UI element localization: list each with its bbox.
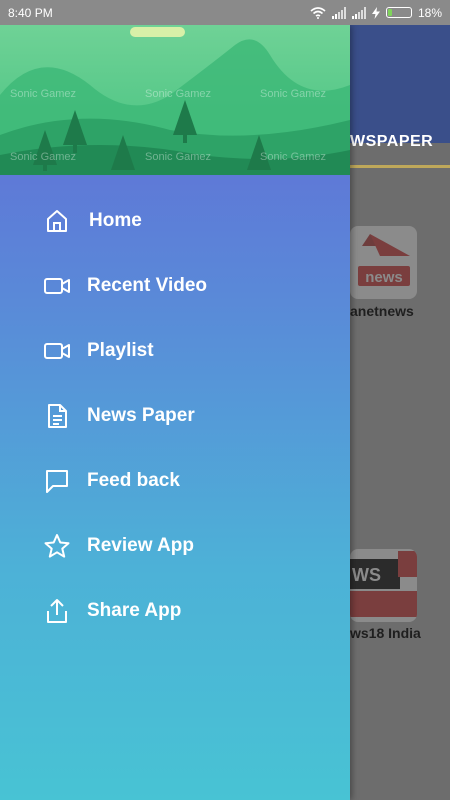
menu-label-share-app: Share App <box>87 600 182 621</box>
menu-label-recent-video: Recent Video <box>87 275 208 296</box>
star-icon <box>44 533 70 559</box>
svg-text:Sonic Gamez: Sonic Gamez <box>260 151 326 163</box>
channel-card-news18[interactable]: WS <box>350 549 417 622</box>
menu-label-review-app: Review App <box>87 535 194 556</box>
signal-icon <box>331 6 346 19</box>
signal-icon-2 <box>351 6 366 19</box>
menu-item-playlist[interactable]: Playlist <box>0 325 350 377</box>
channel-card-asianetnews[interactable]: news <box>350 226 417 299</box>
menu-item-review-app[interactable]: Review App <box>0 520 350 572</box>
svg-text:Sonic Gamez: Sonic Gamez <box>145 151 211 163</box>
svg-text:Sonic Gamez: Sonic Gamez <box>145 88 211 100</box>
asianet-logo: news <box>358 234 410 286</box>
video-camera-icon <box>44 273 70 299</box>
menu-item-share-app[interactable]: Share App <box>0 585 350 637</box>
document-icon <box>44 403 70 429</box>
home-icon <box>44 208 70 234</box>
battery-level <box>387 9 392 16</box>
svg-text:Sonic Gamez: Sonic Gamez <box>260 88 326 100</box>
charging-icon <box>371 6 380 19</box>
wifi-icon <box>310 6 326 19</box>
chat-bubble-icon <box>44 468 70 494</box>
channel-label-news18: ws18 India <box>350 625 421 641</box>
menu-label-playlist: Playlist <box>87 340 154 361</box>
drawer-header-banner: Sonic Gamez Sonic Gamez Sonic Gamez Soni… <box>0 25 350 175</box>
battery-percent: 18% <box>417 5 442 20</box>
tab-indicator <box>350 165 450 168</box>
menu-item-home[interactable]: Home <box>0 195 350 247</box>
video-camera-icon <box>44 338 70 364</box>
status-icons: 18% <box>310 6 442 20</box>
svg-text:Sonic Gamez: Sonic Gamez <box>10 88 76 100</box>
navigation-drawer: Sonic Gamez Sonic Gamez Sonic Gamez Soni… <box>0 25 350 800</box>
svg-text:news: news <box>365 269 403 286</box>
landscape-illustration: Sonic Gamez Sonic Gamez Sonic Gamez Soni… <box>0 25 350 175</box>
status-bar: 8:40 PM 18% <box>0 0 450 25</box>
tab-newspaper[interactable]: WSPAPER <box>350 133 450 160</box>
channel-label-asianetnews: anetnews <box>350 303 414 319</box>
svg-text:Sonic Gamez: Sonic Gamez <box>10 151 76 163</box>
status-time: 8:40 PM <box>8 5 53 20</box>
svg-text:WS: WS <box>352 565 381 585</box>
share-icon <box>44 598 70 624</box>
menu-label-feedback: Feed back <box>87 470 180 491</box>
menu-item-news-paper[interactable]: News Paper <box>0 390 350 442</box>
menu-item-feedback[interactable]: Feed back <box>0 455 350 507</box>
menu-label-news-paper: News Paper <box>87 405 195 426</box>
menu-label-home: Home <box>89 210 142 231</box>
news18-logo: WS <box>350 551 417 617</box>
battery-icon <box>385 7 412 18</box>
menu-item-recent-video[interactable]: Recent Video <box>0 260 350 312</box>
